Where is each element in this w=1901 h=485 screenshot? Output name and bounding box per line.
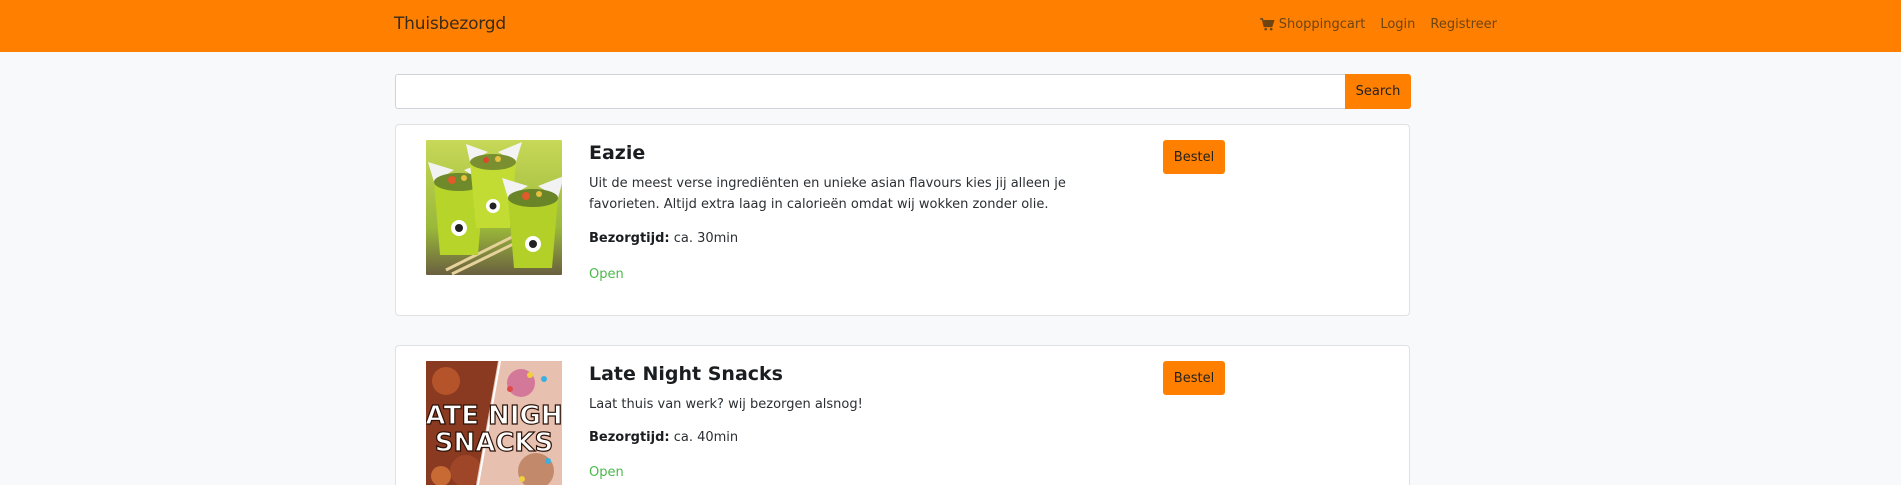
delivery-time-value: ca. 40min [673,430,739,445]
restaurant-description: Uit de meest verse ingrediënten en uniek… [589,176,1066,212]
restaurant-image: ATE NIGH SNACKS [426,361,562,485]
order-button[interactable]: Bestel [1163,361,1225,395]
svg-text:SNACKS: SNACKS [435,428,554,458]
restaurant-name: Late Night Snacks [589,363,783,385]
brand-link[interactable]: Thuisbezorgd [394,14,506,34]
login-link[interactable]: Login [1380,17,1415,32]
shoppingcart-link[interactable]: Shoppingcart [1259,17,1366,32]
top-navbar: Thuisbezorgd Shoppingcart Login Registre… [0,0,1901,52]
restaurant-card: Eazie Uit de meest verse ingrediënten en… [395,124,1410,316]
restaurant-name: Eazie [589,142,646,164]
restaurant-card: ATE NIGH SNACKS Late Night Snacks Laat t… [395,345,1410,485]
status-badge: Open [589,267,624,282]
shopping-cart-icon [1259,18,1275,31]
register-link[interactable]: Registreer [1430,17,1497,32]
delivery-time: Bezorgtijd: ca. 40min [589,430,738,445]
navbar-links: Shoppingcart Login Registreer [1259,17,1497,32]
delivery-time-value: ca. 30min [673,231,739,246]
status-badge: Open [589,465,624,480]
search-bar: Search [395,74,1411,109]
delivery-time-label: Bezorgtijd: [589,430,670,445]
restaurant-image [426,140,562,275]
delivery-time-label: Bezorgtijd: [589,231,670,246]
restaurant-description: Laat thuis van werk? wij bezorgen alsnog… [589,397,863,412]
svg-text:ATE NIGH: ATE NIGH [426,401,562,431]
shoppingcart-label: Shoppingcart [1278,17,1366,32]
delivery-time: Bezorgtijd: ca. 30min [589,231,738,246]
order-button[interactable]: Bestel [1163,140,1225,174]
search-button[interactable]: Search [1345,74,1411,109]
search-input[interactable] [395,74,1345,109]
